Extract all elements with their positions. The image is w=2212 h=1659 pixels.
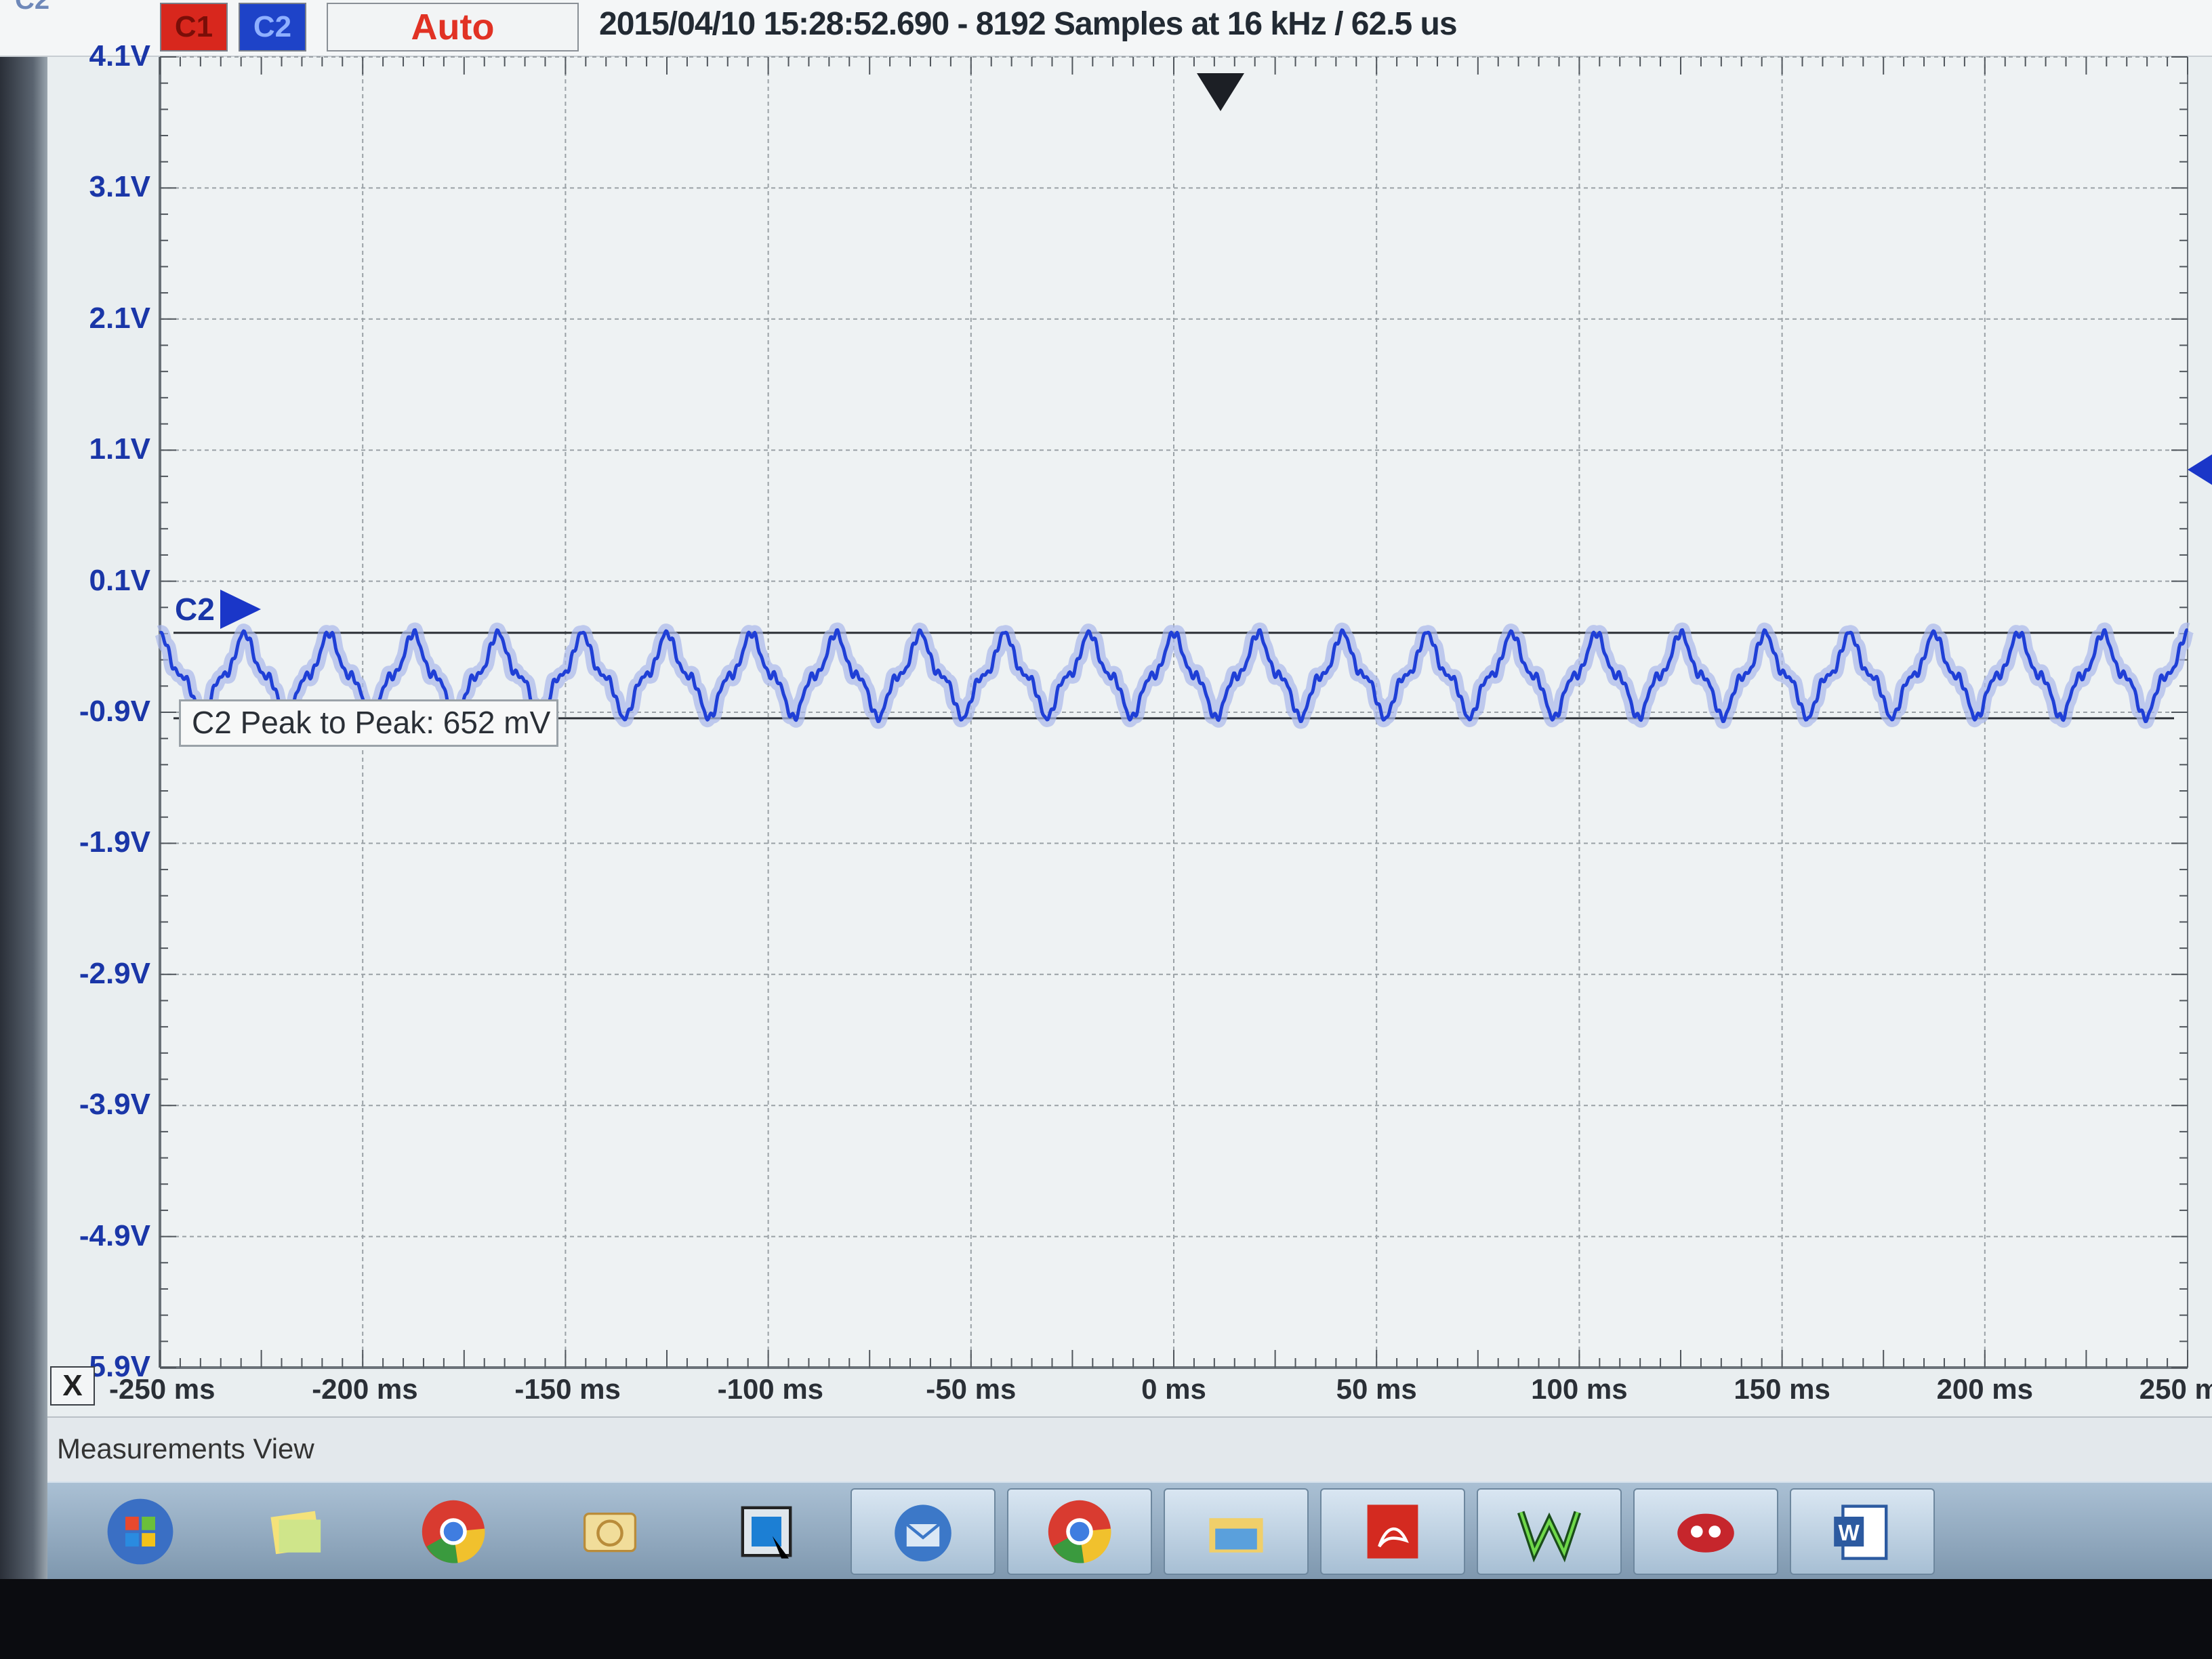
sticky-notes-icon (270, 1511, 321, 1555)
svg-text:W: W (1839, 1520, 1860, 1545)
taskbar-app-mdp-app[interactable] (1633, 1488, 1778, 1575)
time-tick-label: -200 ms (312, 1373, 418, 1405)
screen-capture-icon (741, 1506, 792, 1559)
time-tick-label: 50 ms (1336, 1373, 1417, 1405)
voltage-tick-label: -0.9V (79, 695, 150, 728)
time-tick-label: 150 ms (1734, 1373, 1830, 1405)
mdp-app-icon (1677, 1513, 1734, 1553)
c2-marker-label: C2 (175, 592, 215, 627)
taskbar-app-chrome[interactable] (381, 1488, 526, 1575)
taskbar-app-windows-start[interactable] (68, 1488, 213, 1575)
voltage-tick-label: -3.9V (79, 1088, 150, 1122)
taskbar-app-outlook[interactable] (537, 1488, 682, 1575)
c2-channel-marker[interactable]: C2 (175, 590, 261, 629)
time-tick-label: 100 ms (1531, 1373, 1628, 1405)
voltage-tick-label: -4.9V (79, 1218, 150, 1252)
taskbar-app-file-explorer[interactable] (1164, 1488, 1309, 1575)
time-tick-label: 0 ms (1141, 1373, 1206, 1405)
file-explorer-icon (1209, 1518, 1263, 1553)
outlook-icon (583, 1512, 637, 1553)
taskbar-app-adobe-reader[interactable] (1320, 1488, 1465, 1575)
windows-start-icon (107, 1498, 173, 1565)
voltage-tick-label: 0.1V (89, 563, 150, 597)
winamp-icon (1517, 1511, 1582, 1563)
windows-taskbar: W (47, 1481, 2212, 1579)
time-tick-label: -250 ms (109, 1373, 216, 1405)
taskbar-app-thunderbird[interactable] (851, 1488, 996, 1575)
thunderbird-icon (895, 1504, 951, 1561)
measurements-view-panel[interactable]: Measurements View (47, 1416, 2212, 1483)
voltage-tick-label: -2.9V (79, 956, 150, 990)
c2-marker-arrow-icon (220, 590, 261, 629)
taskbar-app-screen-capture[interactable] (694, 1488, 839, 1575)
voltage-tick-label: 1.1V (89, 432, 150, 466)
trigger-marker-icon[interactable] (1197, 73, 1244, 114)
time-tick-label: -50 ms (926, 1373, 1017, 1405)
voltage-tick-label: 3.1V (89, 170, 150, 204)
level-marker-icon[interactable] (2188, 453, 2212, 487)
voltage-tick-label: 4.1V (89, 39, 150, 73)
taskbar-app-chrome[interactable] (1007, 1488, 1152, 1575)
peak-to-peak-tooltip: C2 Peak to Peak: 652 mV (179, 699, 558, 747)
measurements-view-label: Measurements View (57, 1433, 314, 1465)
x-axis-button[interactable]: X (50, 1366, 95, 1406)
time-tick-label: -150 ms (514, 1373, 621, 1405)
time-tick-label: 200 ms (1936, 1373, 2034, 1405)
chrome-icon (1048, 1500, 1111, 1563)
taskbar-app-word[interactable]: W (1790, 1488, 1935, 1575)
word-icon: W (1834, 1504, 1888, 1560)
taskbar-app-sticky-notes[interactable] (224, 1488, 369, 1575)
voltage-tick-label: 2.1V (89, 301, 150, 335)
time-tick-label: 250 ms (2139, 1373, 2212, 1405)
chrome-icon (422, 1500, 485, 1563)
adobe-reader-icon (1367, 1504, 1418, 1559)
taskbar-app-winamp[interactable] (1477, 1488, 1622, 1575)
voltage-tick-label: -1.9V (79, 825, 150, 859)
oscilloscope-window: C2 C1 C2 Auto 2015/04/10 15:28:52.690 - … (0, 0, 2212, 1579)
time-tick-label: -100 ms (717, 1373, 824, 1405)
